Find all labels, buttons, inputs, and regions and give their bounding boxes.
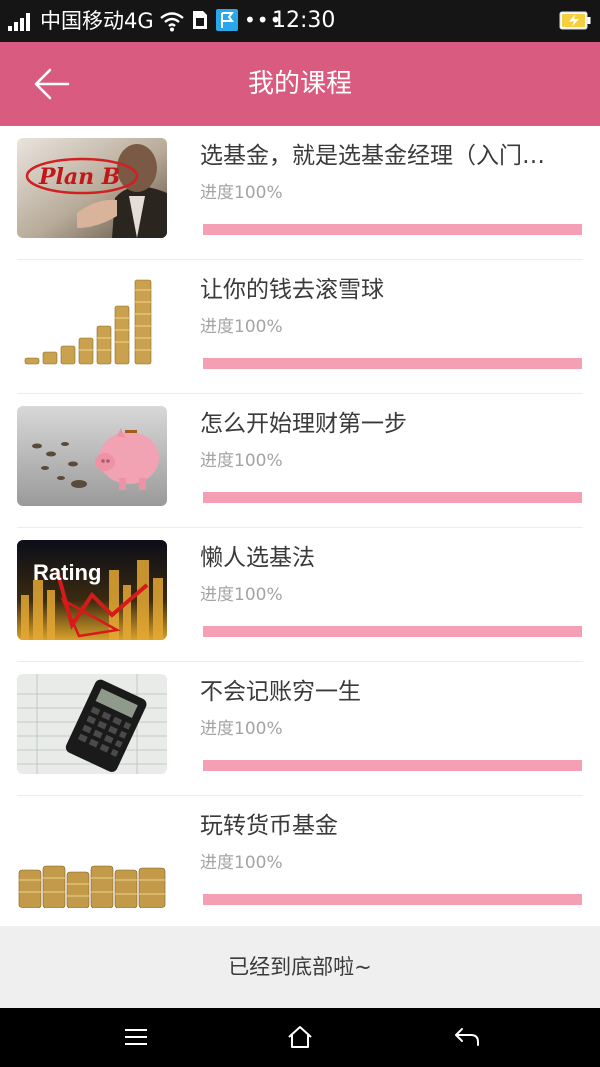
course-title: 玩转货币基金 xyxy=(200,813,338,839)
coin-stacks-growth-thumbnail xyxy=(17,272,167,372)
progress-label: 进度100% xyxy=(200,719,283,739)
calculator-thumbnail xyxy=(17,674,167,774)
progress-fill xyxy=(203,492,582,503)
progress-fill xyxy=(203,894,582,905)
course-item[interactable]: 怎么开始理财第一步 进度100% xyxy=(0,394,600,528)
list-end-footer: 已经到底部啦~ xyxy=(0,926,600,1008)
course-title: 让你的钱去滚雪球 xyxy=(200,277,384,303)
progress-label: 进度100% xyxy=(200,317,283,337)
progress-fill xyxy=(203,224,582,235)
progress-bar xyxy=(203,626,582,637)
page-title: 我的课程 xyxy=(247,69,352,99)
system-nav-bar xyxy=(0,1008,600,1067)
progress-bar xyxy=(203,492,582,503)
progress-bar xyxy=(203,894,582,905)
progress-bar xyxy=(203,760,582,771)
course-item[interactable]: 不会记账穷一生 进度100% xyxy=(0,662,600,796)
course-item[interactable]: Plan B 选基金，就是选基金经理（入门… 进度100% xyxy=(0,126,600,260)
progress-fill xyxy=(203,626,582,637)
progress-label: 进度100% xyxy=(200,585,283,605)
app-header: 我的课程 xyxy=(0,42,600,126)
course-title: 不会记账穷一生 xyxy=(200,679,361,705)
course-title: 懒人选基法 xyxy=(200,545,315,571)
cellular-signal-icon xyxy=(8,13,30,31)
sim-card-icon xyxy=(193,11,207,29)
progress-bar xyxy=(203,358,582,369)
progress-bar xyxy=(203,224,582,235)
plan-b-thumbnail: Plan B xyxy=(17,138,167,238)
course-item[interactable]: Rating 懒人选基法 进度100% xyxy=(0,528,600,662)
carrier-label: 中国移动4G xyxy=(40,9,154,33)
clock: 12:30 xyxy=(272,8,336,33)
notification-flag-icon xyxy=(216,9,238,31)
rating-text: Rating xyxy=(33,560,101,585)
progress-label: 进度100% xyxy=(200,183,283,203)
rating-chart-thumbnail: Rating xyxy=(17,540,167,640)
progress-fill xyxy=(203,760,582,771)
coin-row-thumbnail xyxy=(17,808,167,908)
back-icon[interactable] xyxy=(453,1024,481,1050)
end-of-list-text: 已经到底部啦~ xyxy=(228,955,372,979)
course-title: 选基金，就是选基金经理（入门… xyxy=(200,143,545,169)
course-item[interactable]: 让你的钱去滚雪球 进度100% xyxy=(0,260,600,394)
piggy-bank-thumbnail xyxy=(17,406,167,506)
status-bar: 中国移动4G ••• 12:30 xyxy=(0,0,600,42)
battery-charging-icon xyxy=(559,11,591,30)
course-item[interactable]: 玩转货币基金 进度100% xyxy=(0,796,600,930)
course-title: 怎么开始理财第一步 xyxy=(200,411,407,437)
progress-label: 进度100% xyxy=(200,451,283,471)
home-icon[interactable] xyxy=(286,1024,314,1050)
menu-icon[interactable] xyxy=(122,1024,150,1050)
plan-b-text: Plan B xyxy=(38,164,120,190)
wifi-icon xyxy=(160,12,184,32)
progress-fill xyxy=(203,358,582,369)
progress-label: 进度100% xyxy=(200,853,283,873)
